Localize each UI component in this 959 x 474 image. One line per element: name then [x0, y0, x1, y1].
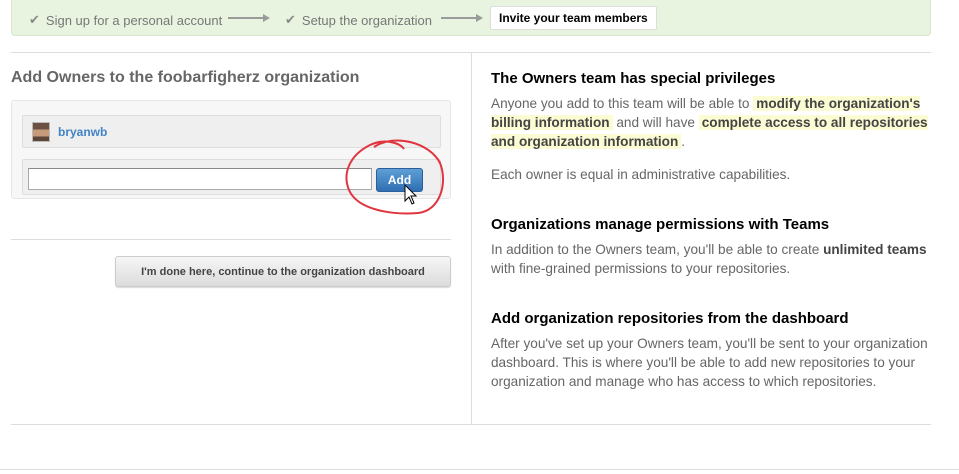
- text-fragment: with fine-grained permissions to your re…: [491, 261, 791, 276]
- teams-text: In addition to the Owners team, you'll b…: [491, 240, 936, 278]
- add-owner-row: Add: [22, 159, 441, 195]
- step-personal-account: ✔ Sign up for a personal account: [29, 12, 222, 28]
- divider: [11, 424, 931, 425]
- check-icon: ✔: [29, 12, 40, 27]
- avatar: [32, 122, 50, 142]
- text-fragment: unlimited teams: [823, 242, 927, 257]
- text-fragment: and will have: [616, 115, 695, 130]
- column-divider: [471, 53, 472, 424]
- text-fragment: .: [681, 134, 686, 149]
- check-icon: ✔: [285, 12, 296, 27]
- step-setup-organization: ✔ Setup the organization: [285, 12, 432, 28]
- continue-to-dashboard-button[interactable]: I'm done here, continue to the organizat…: [115, 256, 451, 287]
- signup-progress-bar: ✔ Sign up for a personal account ✔ Setup…: [11, 0, 931, 36]
- arrow-right-icon: [441, 14, 483, 22]
- owners-privileges-text: Anyone you add to this team will be able…: [491, 94, 936, 151]
- arrow-right-icon: [228, 14, 270, 22]
- owner-member-row: bryanwb: [22, 115, 441, 148]
- step-invite-team: Invite your team members: [490, 6, 657, 30]
- owners-privileges-heading: The Owners team has special privileges: [491, 70, 776, 87]
- text-fragment: Anyone you add to this team will be able…: [491, 96, 750, 111]
- member-username-link[interactable]: bryanwb: [58, 125, 107, 139]
- add-owners-title: Add Owners to the foobarfigherz organiza…: [11, 69, 360, 86]
- add-owner-input[interactable]: [28, 168, 372, 190]
- mouse-cursor-icon: [404, 184, 418, 205]
- owners-panel: bryanwb Add: [11, 100, 451, 199]
- dashboard-text: After you've set up your Owners team, yo…: [491, 336, 928, 389]
- step-label: Setup the organization: [301, 12, 433, 28]
- divider: [11, 239, 451, 240]
- text-fragment: In addition to the Owners team, you'll b…: [491, 242, 820, 257]
- teams-heading: Organizations manage permissions with Te…: [491, 216, 830, 233]
- step-label: Sign up for a personal account: [45, 12, 223, 28]
- equal-owners-text: Each owner is equal in administrative ca…: [491, 167, 791, 182]
- footer-divider: [0, 469, 959, 470]
- dashboard-heading: Add organization repositories from the d…: [491, 310, 849, 327]
